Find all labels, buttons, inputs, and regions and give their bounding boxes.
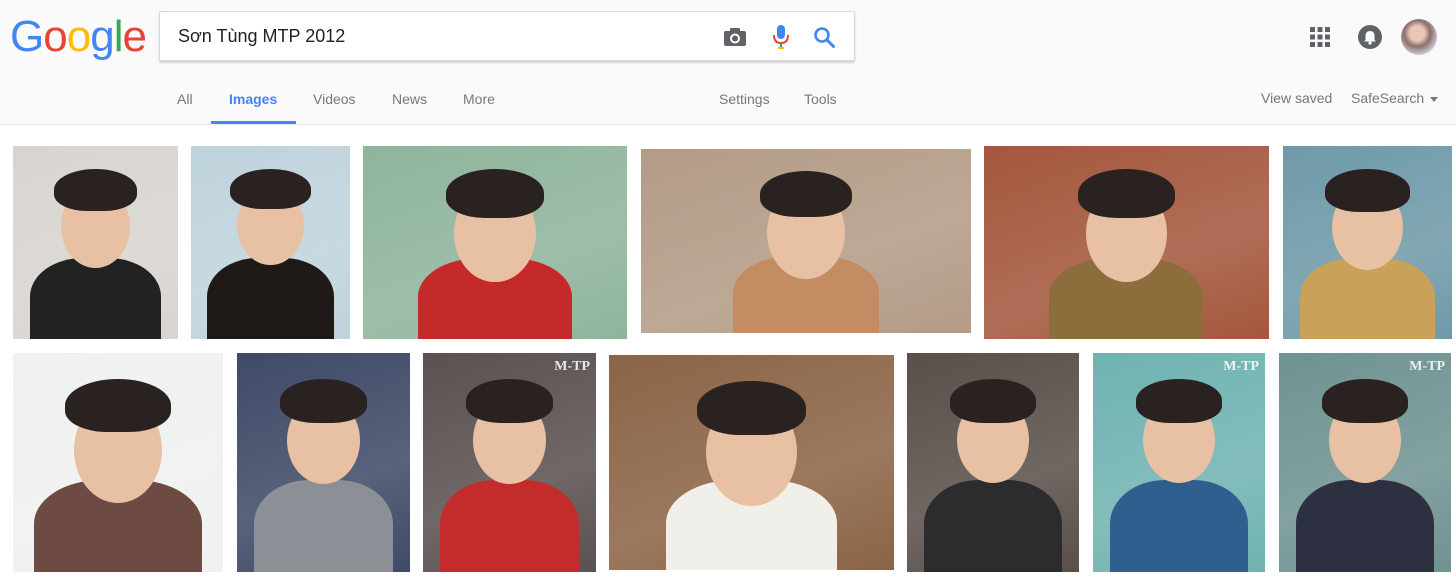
- image-subject-body: [1300, 257, 1435, 339]
- image-subject-hair: [1324, 169, 1411, 212]
- tab-more[interactable]: More: [463, 91, 495, 107]
- image-watermark: M-TP: [1223, 359, 1259, 374]
- image-subject-hair: [465, 379, 554, 423]
- image-subject-body: [1110, 480, 1248, 572]
- top-header: Google All Images Videos News More Se: [0, 0, 1456, 125]
- logo-letter: e: [122, 12, 147, 61]
- image-result[interactable]: [191, 146, 350, 339]
- camera-icon[interactable]: [722, 24, 748, 50]
- image-result[interactable]: [907, 353, 1079, 572]
- tab-videos[interactable]: Videos: [313, 91, 356, 107]
- image-subject-body: [207, 257, 334, 339]
- image-subject-body: [1296, 480, 1434, 572]
- image-subject-hair: [1135, 379, 1223, 423]
- image-result[interactable]: [984, 146, 1269, 339]
- tab-news[interactable]: News: [392, 91, 427, 107]
- image-results-grid: M-TP M-TP M-TP: [0, 125, 1456, 579]
- image-subject-hair: [759, 171, 853, 218]
- apps-grid-icon[interactable]: [1309, 26, 1331, 48]
- logo-letter: g: [90, 12, 115, 61]
- image-result[interactable]: [237, 353, 410, 572]
- tab-all[interactable]: All: [177, 91, 193, 107]
- image-result[interactable]: [363, 146, 627, 339]
- image-result[interactable]: M-TP: [1093, 353, 1265, 572]
- image-result[interactable]: [609, 355, 894, 570]
- image-subject-hair: [949, 379, 1037, 423]
- image-result[interactable]: [641, 149, 971, 333]
- image-result[interactable]: [13, 146, 178, 339]
- notifications-bell-icon[interactable]: [1358, 25, 1382, 49]
- google-logo[interactable]: Google: [10, 12, 147, 62]
- image-result[interactable]: [1283, 146, 1452, 339]
- image-result[interactable]: M-TP: [423, 353, 596, 572]
- logo-letter: o: [66, 12, 92, 61]
- image-watermark: M-TP: [554, 359, 590, 374]
- tab-images[interactable]: Images: [229, 91, 277, 107]
- logo-letter: o: [43, 12, 68, 61]
- image-subject-hair: [53, 169, 138, 211]
- image-subject-hair: [697, 380, 806, 435]
- image-subject-hair: [230, 169, 311, 210]
- search-tabs: All Images Videos News More Settings Too…: [0, 75, 1456, 125]
- image-subject-body: [29, 257, 162, 339]
- image-subject-body: [440, 480, 579, 572]
- microphone-icon[interactable]: [768, 24, 794, 50]
- tab-tools[interactable]: Tools: [804, 91, 837, 107]
- image-subject-body: [254, 480, 393, 572]
- tab-settings[interactable]: Settings: [719, 91, 770, 107]
- account-avatar[interactable]: [1401, 19, 1437, 55]
- image-result[interactable]: M-TP: [1279, 353, 1451, 572]
- image-watermark: M-TP: [1409, 359, 1445, 374]
- image-subject-hair: [65, 379, 171, 433]
- image-subject-hair: [446, 169, 544, 218]
- image-subject-hair: [1321, 379, 1409, 423]
- image-subject-body: [924, 480, 1062, 572]
- image-result[interactable]: [13, 353, 223, 572]
- safesearch-label: SafeSearch: [1351, 90, 1425, 106]
- view-saved-link[interactable]: View saved: [1261, 90, 1332, 106]
- image-subject-hair: [279, 379, 368, 423]
- search-box: [159, 11, 855, 61]
- search-icon[interactable]: [811, 24, 837, 50]
- search-input[interactable]: [178, 24, 708, 48]
- safesearch-dropdown[interactable]: SafeSearch: [1351, 90, 1439, 106]
- image-subject-hair: [1077, 169, 1176, 218]
- logo-letter: G: [10, 12, 44, 61]
- active-tab-indicator: [211, 121, 296, 124]
- dropdown-caret-icon: [1430, 96, 1439, 102]
